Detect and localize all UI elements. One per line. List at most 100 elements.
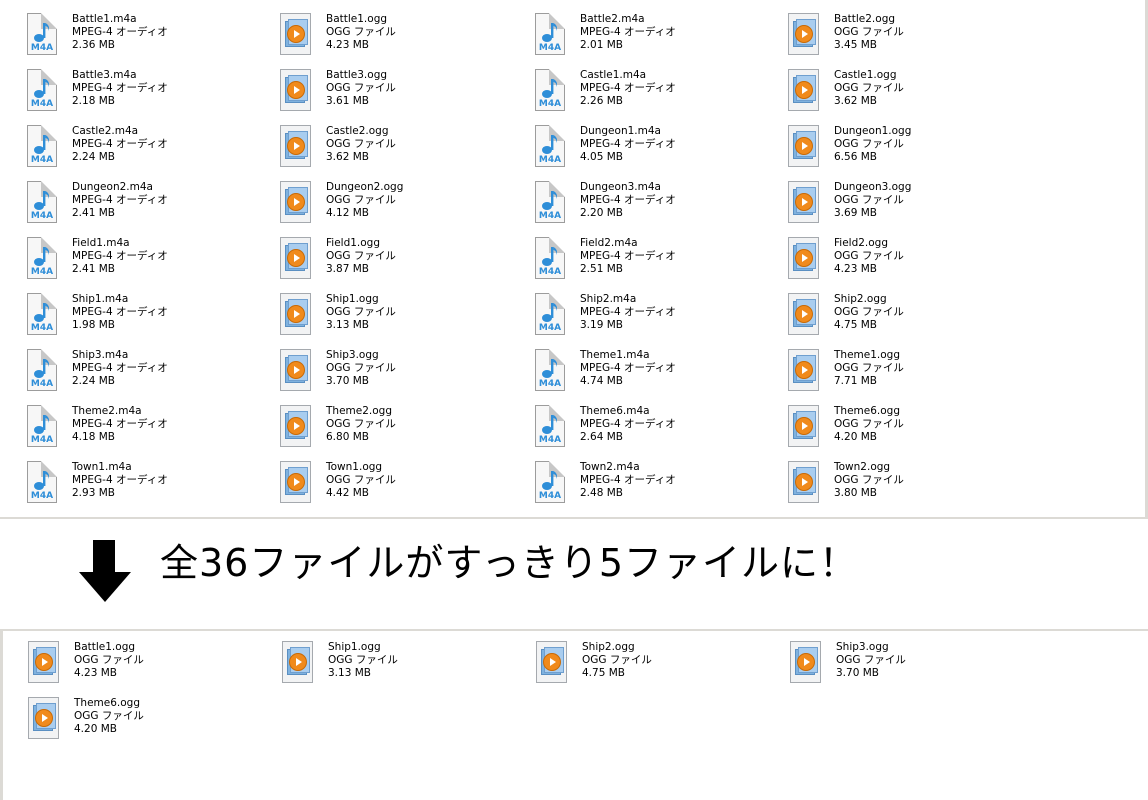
- m4a-file-icon: M4A: [25, 461, 59, 505]
- file-item[interactable]: Ship3.ogg OGG ファイル 3.70 MB: [789, 641, 1043, 697]
- m4a-badge: M4A: [30, 155, 54, 165]
- file-item[interactable]: M4A Field2.m4a MPEG-4 オーディオ 2.51 MB: [533, 237, 787, 293]
- m4a-badge: M4A: [538, 491, 562, 501]
- file-item[interactable]: Town2.ogg OGG ファイル 3.80 MB: [787, 461, 1041, 517]
- file-item[interactable]: Ship1.ogg OGG ファイル 3.13 MB: [279, 293, 533, 349]
- file-name: Castle2.ogg: [326, 125, 389, 137]
- m4a-badge: M4A: [30, 323, 54, 333]
- music-note-icon: [34, 359, 50, 378]
- play-icon: [287, 137, 305, 155]
- ogg-file-icon: [787, 237, 821, 281]
- ogg-file-icon: [279, 349, 313, 393]
- file-size: 2.20 MB: [580, 207, 623, 219]
- ogg-file-icon: [787, 13, 821, 57]
- file-item[interactable]: M4A Field1.m4a MPEG-4 オーディオ 2.41 MB: [25, 237, 279, 293]
- file-item[interactable]: Battle3.ogg OGG ファイル 3.61 MB: [279, 69, 533, 125]
- m4a-badge: M4A: [538, 99, 562, 109]
- play-icon: [795, 193, 813, 211]
- file-item[interactable]: Theme1.ogg OGG ファイル 7.71 MB: [787, 349, 1041, 405]
- ogg-file-icon: [787, 69, 821, 113]
- file-item[interactable]: Theme2.ogg OGG ファイル 6.80 MB: [279, 405, 533, 461]
- file-item[interactable]: Field1.ogg OGG ファイル 3.87 MB: [279, 237, 533, 293]
- file-item[interactable]: M4A Ship1.m4a MPEG-4 オーディオ 1.98 MB: [25, 293, 279, 349]
- file-item[interactable]: Theme6.ogg OGG ファイル 4.20 MB: [787, 405, 1041, 461]
- file-item[interactable]: Castle2.ogg OGG ファイル 3.62 MB: [279, 125, 533, 181]
- ogg-file-icon: [787, 405, 821, 449]
- file-name: Theme6.m4a: [580, 405, 650, 417]
- file-name: Battle1.ogg: [326, 13, 388, 25]
- m4a-badge: M4A: [30, 43, 54, 53]
- file-name: Ship1.m4a: [72, 293, 129, 305]
- file-item[interactable]: M4A Dungeon3.m4a MPEG-4 オーディオ 2.20 MB: [533, 181, 787, 237]
- file-item[interactable]: Town1.ogg OGG ファイル 4.42 MB: [279, 461, 533, 517]
- file-item[interactable]: M4A Battle1.m4a MPEG-4 オーディオ 2.36 MB: [25, 13, 279, 69]
- file-item[interactable]: M4A Castle2.m4a MPEG-4 オーディオ 2.24 MB: [25, 125, 279, 181]
- file-item[interactable]: M4A Theme2.m4a MPEG-4 オーディオ 4.18 MB: [25, 405, 279, 461]
- music-note-icon: [34, 79, 50, 98]
- m4a-badge: M4A: [30, 435, 54, 445]
- file-item[interactable]: M4A Battle3.m4a MPEG-4 オーディオ 2.18 MB: [25, 69, 279, 125]
- file-item[interactable]: Dungeon1.ogg OGG ファイル 6.56 MB: [787, 125, 1041, 181]
- file-name: Battle2.ogg: [834, 13, 896, 25]
- file-item[interactable]: M4A Castle1.m4a MPEG-4 オーディオ 2.26 MB: [533, 69, 787, 125]
- file-item[interactable]: Ship3.ogg OGG ファイル 3.70 MB: [279, 349, 533, 405]
- file-item[interactable]: Dungeon3.ogg OGG ファイル 3.69 MB: [787, 181, 1041, 237]
- ogg-file-icon: [279, 405, 313, 449]
- file-size: 3.61 MB: [326, 95, 369, 107]
- file-item[interactable]: M4A Battle2.m4a MPEG-4 オーディオ 2.01 MB: [533, 13, 787, 69]
- file-type: OGG ファイル: [834, 26, 904, 38]
- file-size: 4.18 MB: [72, 431, 115, 443]
- play-icon: [797, 653, 815, 671]
- file-item[interactable]: M4A Town1.m4a MPEG-4 オーディオ 2.93 MB: [25, 461, 279, 517]
- file-item[interactable]: M4A Ship3.m4a MPEG-4 オーディオ 2.24 MB: [25, 349, 279, 405]
- file-name: Theme1.ogg: [834, 349, 900, 361]
- ogg-file-icon: [787, 181, 821, 225]
- file-type: OGG ファイル: [834, 418, 904, 430]
- file-item[interactable]: M4A Dungeon2.m4a MPEG-4 オーディオ 2.41 MB: [25, 181, 279, 237]
- file-grid-before: M4A Battle1.m4a MPEG-4 オーディオ 2.36 MB Battle1…: [25, 13, 1041, 517]
- file-name: Castle1.ogg: [834, 69, 897, 81]
- file-item[interactable]: Battle2.ogg OGG ファイル 3.45 MB: [787, 13, 1041, 69]
- file-item[interactable]: M4A Ship2.m4a MPEG-4 オーディオ 3.19 MB: [533, 293, 787, 349]
- file-type: MPEG-4 オーディオ: [72, 418, 168, 430]
- file-size: 2.51 MB: [580, 263, 623, 275]
- m4a-file-icon: M4A: [533, 13, 567, 57]
- file-name: Ship3.m4a: [72, 349, 129, 361]
- file-name: Dungeon3.ogg: [834, 181, 912, 193]
- m4a-badge: M4A: [538, 211, 562, 221]
- m4a-file-icon: M4A: [533, 237, 567, 281]
- file-item[interactable]: Ship2.ogg OGG ファイル 4.75 MB: [787, 293, 1041, 349]
- file-name: Dungeon3.m4a: [580, 181, 661, 193]
- file-type: OGG ファイル: [328, 654, 398, 666]
- file-item[interactable]: Battle1.ogg OGG ファイル 4.23 MB: [27, 641, 281, 697]
- file-size: 2.36 MB: [72, 39, 115, 51]
- file-item[interactable]: M4A Theme1.m4a MPEG-4 オーディオ 4.74 MB: [533, 349, 787, 405]
- file-item[interactable]: Ship2.ogg OGG ファイル 4.75 MB: [535, 641, 789, 697]
- file-size: 4.75 MB: [582, 667, 625, 679]
- file-item[interactable]: Ship1.ogg OGG ファイル 3.13 MB: [281, 641, 535, 697]
- file-item[interactable]: Battle1.ogg OGG ファイル 4.23 MB: [279, 13, 533, 69]
- m4a-file-icon: M4A: [533, 461, 567, 505]
- file-item[interactable]: Field2.ogg OGG ファイル 4.23 MB: [787, 237, 1041, 293]
- file-item[interactable]: M4A Dungeon1.m4a MPEG-4 オーディオ 4.05 MB: [533, 125, 787, 181]
- play-icon: [35, 653, 53, 671]
- file-item[interactable]: Castle1.ogg OGG ファイル 3.62 MB: [787, 69, 1041, 125]
- ogg-file-icon: [279, 181, 313, 225]
- file-name: Dungeon1.m4a: [580, 125, 661, 137]
- file-type: MPEG-4 オーディオ: [580, 138, 676, 150]
- file-item[interactable]: M4A Town2.m4a MPEG-4 オーディオ 2.48 MB: [533, 461, 787, 517]
- m4a-badge: M4A: [538, 155, 562, 165]
- file-size: 4.20 MB: [74, 723, 117, 735]
- ogg-file-icon: [281, 641, 315, 685]
- file-item[interactable]: Dungeon2.ogg OGG ファイル 4.12 MB: [279, 181, 533, 237]
- file-size: 4.12 MB: [326, 207, 369, 219]
- play-icon: [795, 137, 813, 155]
- file-item[interactable]: M4A Theme6.m4a MPEG-4 オーディオ 2.64 MB: [533, 405, 787, 461]
- file-type: OGG ファイル: [834, 250, 904, 262]
- m4a-badge: M4A: [30, 99, 54, 109]
- file-type: MPEG-4 オーディオ: [72, 306, 168, 318]
- music-note-icon: [542, 471, 558, 490]
- file-type: OGG ファイル: [834, 82, 904, 94]
- file-item[interactable]: Theme6.ogg OGG ファイル 4.20 MB: [27, 697, 281, 753]
- file-size: 4.23 MB: [834, 263, 877, 275]
